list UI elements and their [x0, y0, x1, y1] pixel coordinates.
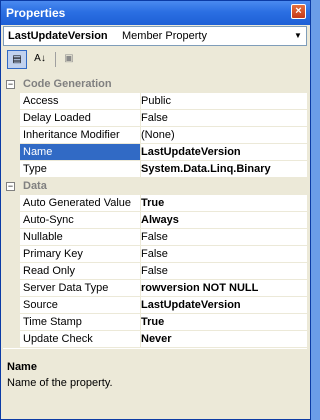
property-row-time-stamp[interactable]: Time Stamp True: [3, 314, 307, 331]
object-type: Member Property: [122, 30, 207, 42]
property-row-source[interactable]: Source LastUpdateVersion: [3, 297, 307, 314]
property-row-auto-generated-value[interactable]: Auto Generated Value True: [3, 195, 307, 212]
property-row-auto-sync[interactable]: Auto-Sync Always: [3, 212, 307, 229]
property-value[interactable]: Never: [138, 331, 307, 348]
property-name: Nullable: [20, 229, 141, 246]
collapse-icon[interactable]: −: [6, 80, 15, 89]
property-name: Update Check: [20, 331, 141, 348]
toolbar: ▤ A↓ ▣: [3, 49, 307, 71]
property-value[interactable]: False: [138, 110, 307, 127]
window-title: Properties: [6, 6, 66, 20]
property-row-update-check[interactable]: Update Check Never: [3, 331, 307, 348]
property-name: Name: [20, 144, 141, 161]
property-pages-icon[interactable]: ▣: [59, 50, 79, 69]
description-title: Name: [7, 361, 37, 373]
property-row-name[interactable]: Name LastUpdateVersion: [3, 144, 307, 161]
property-name: Type: [20, 161, 141, 178]
property-row-type[interactable]: Type System.Data.Linq.Binary: [3, 161, 307, 178]
property-row-inheritance-modifier[interactable]: Inheritance Modifier (None): [3, 127, 307, 144]
category-label: Data: [23, 180, 47, 192]
property-name: Primary Key: [20, 246, 141, 263]
property-row-delay-loaded[interactable]: Delay Loaded False: [3, 110, 307, 127]
object-selector-dropdown[interactable]: LastUpdateVersion Member Property ▼: [3, 26, 307, 46]
property-value[interactable]: True: [138, 195, 307, 212]
object-name: LastUpdateVersion: [8, 30, 108, 42]
description-text: Name of the property.: [7, 377, 113, 389]
property-value[interactable]: System.Data.Linq.Binary: [138, 161, 307, 178]
property-name: Auto-Sync: [20, 212, 141, 229]
property-value[interactable]: rowversion NOT NULL: [138, 280, 307, 297]
property-row-nullable[interactable]: Nullable False: [3, 229, 307, 246]
property-value[interactable]: False: [138, 229, 307, 246]
property-value[interactable]: False: [138, 246, 307, 263]
description-pane: Name Name of the property.: [3, 355, 307, 417]
property-row-primary-key[interactable]: Primary Key False: [3, 246, 307, 263]
property-name: Read Only: [20, 263, 141, 280]
property-name: Source: [20, 297, 141, 314]
property-name: Access: [20, 93, 141, 110]
property-value[interactable]: Public: [138, 93, 307, 110]
title-bar[interactable]: Properties ×: [1, 1, 310, 25]
collapse-icon[interactable]: −: [6, 182, 15, 191]
property-grid: − Code Generation Access Public Delay Lo…: [3, 76, 307, 349]
toolbar-separator: [55, 52, 56, 67]
chevron-down-icon[interactable]: ▼: [290, 27, 306, 45]
property-name: Server Data Type: [20, 280, 141, 297]
close-icon[interactable]: ×: [291, 4, 306, 19]
property-name: Inheritance Modifier: [20, 127, 141, 144]
category-label: Code Generation: [23, 78, 112, 90]
category-data[interactable]: − Data: [3, 178, 307, 195]
property-row-server-data-type[interactable]: Server Data Type rowversion NOT NULL: [3, 280, 307, 297]
properties-window: Properties × LastUpdateVersion Member Pr…: [0, 0, 311, 420]
property-row-access[interactable]: Access Public: [3, 93, 307, 110]
category-code-generation[interactable]: − Code Generation: [3, 76, 307, 93]
property-row-read-only[interactable]: Read Only False: [3, 263, 307, 280]
categorized-icon[interactable]: ▤: [7, 50, 27, 69]
property-name: Delay Loaded: [20, 110, 141, 127]
property-value[interactable]: LastUpdateVersion: [138, 144, 307, 161]
property-name: Time Stamp: [20, 314, 141, 331]
property-value[interactable]: LastUpdateVersion: [138, 297, 307, 314]
alphabetical-icon[interactable]: A↓: [30, 50, 50, 69]
property-value[interactable]: True: [138, 314, 307, 331]
property-value[interactable]: Always: [138, 212, 307, 229]
property-value[interactable]: False: [138, 263, 307, 280]
property-value[interactable]: (None): [138, 127, 307, 144]
property-name: Auto Generated Value: [20, 195, 141, 212]
